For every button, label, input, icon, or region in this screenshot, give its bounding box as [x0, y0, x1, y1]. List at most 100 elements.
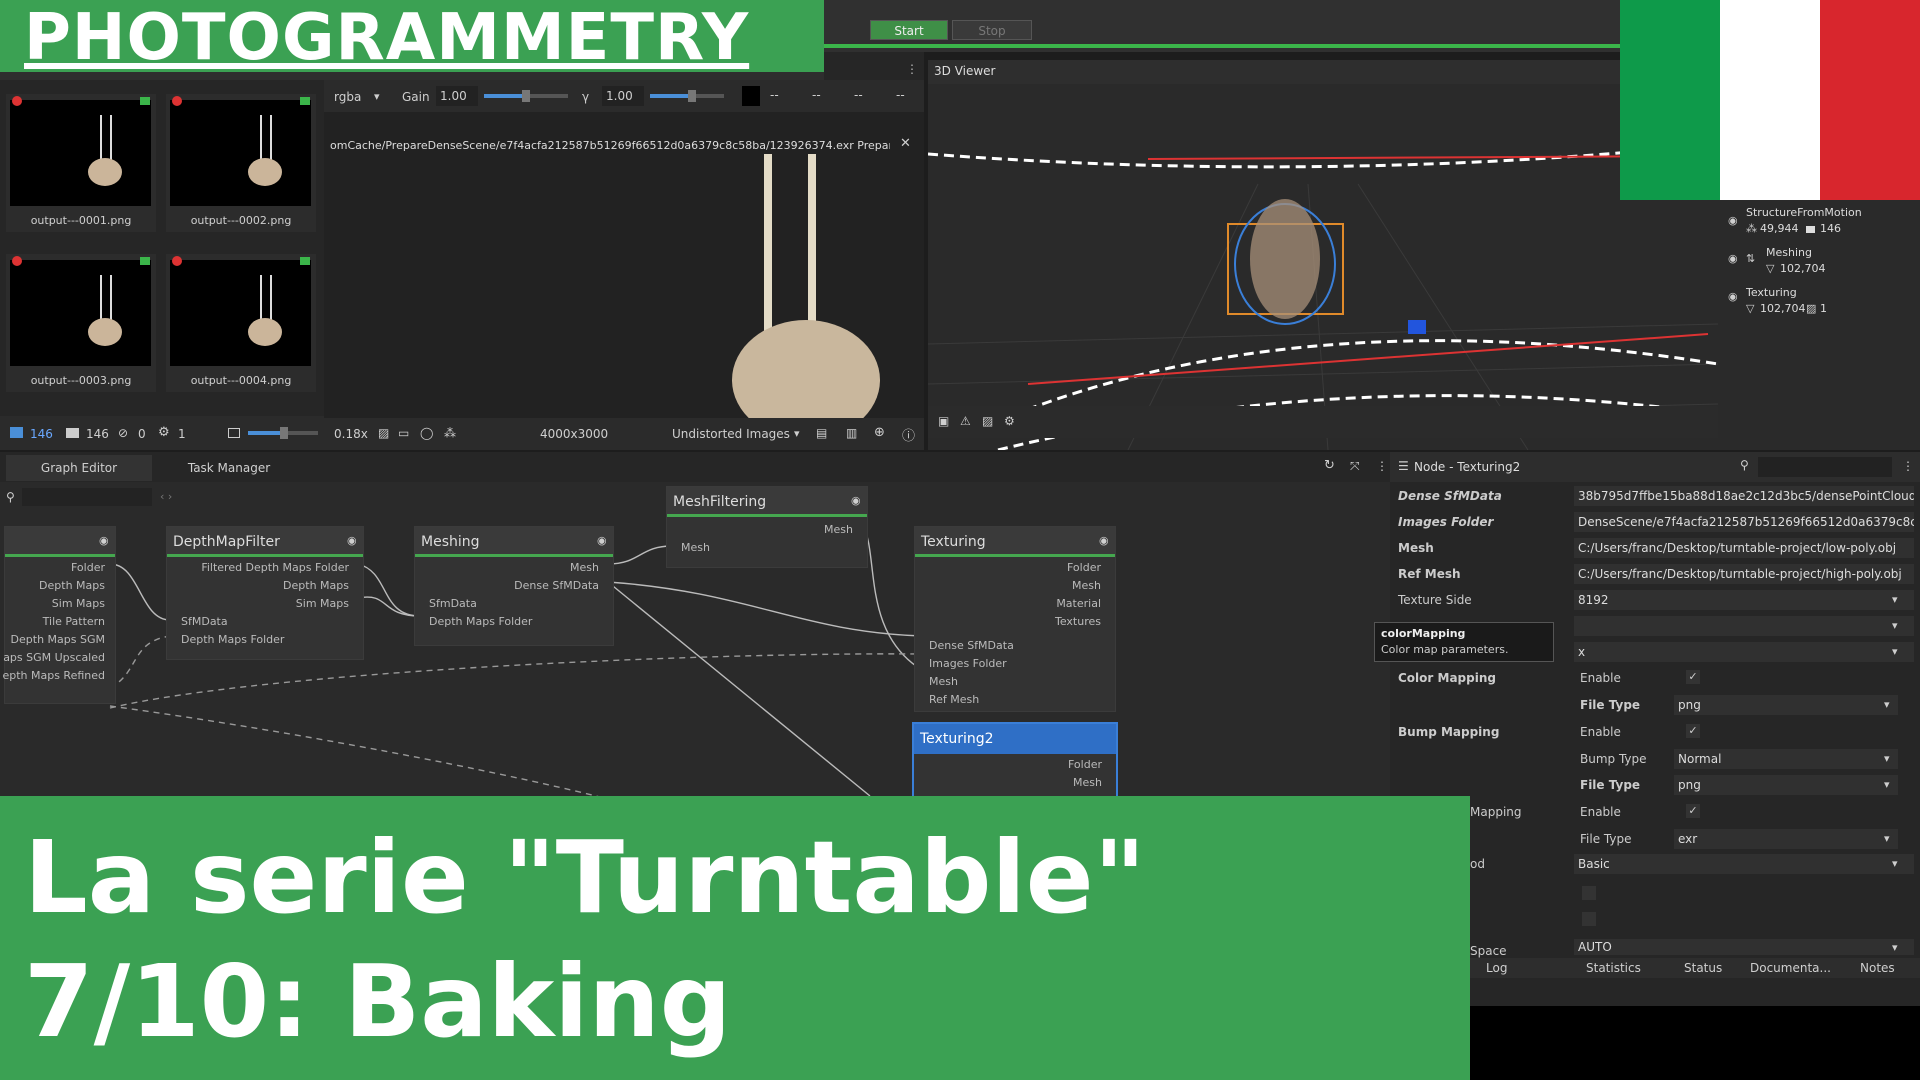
gear-icon[interactable]: ⚙	[1004, 414, 1015, 428]
size-slider-handle[interactable]	[280, 427, 288, 439]
eye-icon[interactable]: ◉	[99, 534, 109, 547]
texture-side-select[interactable]: 8192	[1574, 590, 1914, 610]
downscale-select[interactable]	[1574, 616, 1914, 636]
props-search-input[interactable]	[1758, 457, 1892, 477]
node-mesh-filtering[interactable]: MeshFiltering ◉ Mesh Mesh	[666, 486, 868, 568]
bump-mapping-checkbox[interactable]: ✓	[1686, 724, 1700, 738]
points-icon[interactable]: ⁂	[444, 426, 456, 440]
warning-icon[interactable]: ⚠	[960, 414, 971, 428]
displacement-filetype-select[interactable]: exr	[1674, 829, 1898, 849]
camera-icon	[300, 257, 310, 265]
sphere-icon[interactable]: ◯	[420, 426, 433, 440]
bump-type-select[interactable]: Normal	[1674, 749, 1898, 769]
channel-select[interactable]: rgba	[334, 90, 361, 104]
eye-icon[interactable]: ◉	[347, 534, 357, 547]
port-filtered-depth-maps-folder: Filtered Depth Maps Folder	[201, 561, 349, 574]
bump-mapping-enable-label: Enable	[1580, 725, 1621, 739]
node-texturing[interactable]: Texturing ◉ Folder Mesh Material Texture…	[914, 526, 1116, 712]
tab-log[interactable]: Log	[1486, 961, 1507, 975]
eye-icon[interactable]: ◉	[1728, 290, 1738, 303]
intrinsics-count: 1	[178, 427, 186, 441]
thumbnail-4[interactable]: output---0004.png	[166, 254, 316, 392]
frame-icon[interactable]: ▣	[938, 414, 949, 428]
frame-icon[interactable]: ▭	[398, 426, 409, 440]
triangle-icon: ▽	[1746, 302, 1755, 315]
eye-icon[interactable]: ◉	[1728, 214, 1738, 227]
method-select[interactable]: Basic	[1574, 854, 1914, 874]
gain-label: Gain	[402, 90, 430, 104]
port-sim-maps: Sim Maps	[295, 597, 349, 610]
menu-dots-icon[interactable]: ⋮	[906, 62, 918, 76]
thumbnail-1[interactable]: output---0001.png	[6, 94, 156, 232]
tab-notes[interactable]: Notes	[1860, 961, 1895, 975]
bump-filetype-select[interactable]: png	[1674, 775, 1898, 795]
gamma-slider[interactable]	[650, 90, 724, 102]
image-mode-select[interactable]: Undistorted Images	[672, 427, 790, 441]
tab-statistics[interactable]: Statistics	[1586, 961, 1641, 975]
node-texturing2[interactable]: Texturing2 Folder Mesh	[912, 722, 1118, 800]
gain-input[interactable]: 1.00	[436, 86, 478, 106]
port-material: Material	[1056, 597, 1101, 610]
image-source: PrepareDenseScene	[857, 139, 890, 152]
layer-texturing-count: 102,704	[1760, 302, 1806, 315]
gain-slider[interactable]	[484, 90, 568, 102]
gain-slider-handle[interactable]	[522, 90, 530, 102]
globe-icon[interactable]: ⊕	[874, 425, 885, 440]
stop-button[interactable]: Stop	[952, 20, 1032, 40]
eye-icon[interactable]: ◉	[1728, 252, 1738, 265]
chevron-down-icon: ▾	[1892, 941, 1898, 954]
menu-dots-icon[interactable]: ⋮	[1902, 459, 1914, 473]
mesh-field[interactable]: C:/Users/franc/Desktop/turntable-project…	[1574, 538, 1914, 558]
node-prepare-dense-scene[interactable]: ◉ Folder Depth Maps Sim Maps Tile Patter…	[2, 526, 116, 704]
size-slider[interactable]	[248, 427, 318, 439]
option-checkbox-2[interactable]	[1582, 912, 1596, 926]
info-icon[interactable]: ⓘ	[902, 425, 915, 444]
error-icon	[12, 256, 22, 266]
gamma-slider-handle[interactable]	[688, 90, 696, 102]
node-title: Texturing2	[914, 724, 1116, 754]
node-depth-map-filter[interactable]: DepthMapFilter ◉ Filtered Depth Maps Fol…	[166, 526, 364, 660]
color-space-select[interactable]: AUTO	[1574, 939, 1914, 955]
tab-status[interactable]: Status	[1684, 961, 1722, 975]
layers-icon[interactable]: ▤	[816, 426, 827, 440]
thumbnail-caption: output---0003.png	[30, 374, 132, 387]
thumbnail-2[interactable]: output---0002.png	[166, 94, 316, 232]
error-icon	[172, 256, 182, 266]
port-ref-mesh: Ref Mesh	[929, 693, 980, 706]
displacement-checkbox[interactable]: ✓	[1686, 804, 1700, 818]
props-header: ☰ Node - Texturing2 ⚲ ⋮	[1390, 452, 1920, 482]
start-button[interactable]: Start	[870, 20, 948, 40]
option-checkbox-1[interactable]	[1582, 886, 1596, 900]
3d-scene[interactable]	[928, 84, 1718, 450]
port-sfmdata: SfmData	[429, 597, 477, 610]
color-mapping-checkbox[interactable]: ✓	[1686, 670, 1700, 684]
port-mesh-in: Mesh	[681, 541, 710, 554]
bump-mapping-label: Bump Mapping	[1398, 725, 1500, 739]
thumbnail-3[interactable]: output---0003.png	[6, 254, 156, 392]
eye-icon[interactable]: ◉	[851, 494, 861, 507]
chevron-down-icon: ▾	[1892, 645, 1898, 658]
ref-mesh-field[interactable]: C:/Users/franc/Desktop/turntable-project…	[1574, 564, 1914, 584]
walnut	[248, 318, 282, 346]
list-icon: ☰	[1398, 459, 1409, 473]
grid-icon[interactable]: ▨	[378, 426, 389, 440]
color-filetype-select[interactable]: png	[1674, 695, 1898, 715]
eye-icon[interactable]: ◉	[1099, 534, 1109, 547]
layer-sfm-points: 49,944	[1760, 222, 1799, 235]
gamma-input[interactable]: 1.00	[602, 86, 644, 106]
port-tile-pattern: Tile Pattern	[42, 615, 105, 628]
eye-icon[interactable]: ◉	[597, 534, 607, 547]
close-icon[interactable]: ✕	[900, 136, 911, 151]
images-folder-field[interactable]: DenseScene/e7f4acfa212587b51269f66512d0a…	[1574, 512, 1914, 532]
tab-documentation[interactable]: Documenta...	[1750, 961, 1831, 975]
layer-texturing-label: Texturing	[1746, 286, 1797, 299]
grid-icon[interactable]: ▨	[982, 414, 993, 428]
node-meshing[interactable]: Meshing ◉ Mesh Dense SfMData SfmData Dep…	[414, 526, 614, 646]
dense-sfmdata-field[interactable]: 38b795d7ffbe15ba88d18ae2c12d3bc5/densePo…	[1574, 486, 1914, 506]
tooltip: colorMapping Color map parameters.	[1374, 622, 1554, 662]
color-swatch	[742, 86, 760, 106]
histogram-icon[interactable]: ▥	[846, 426, 857, 440]
node-title: Texturing	[915, 527, 1115, 557]
port-mesh: Mesh	[1072, 579, 1101, 592]
unwrap-method-select[interactable]: x	[1574, 642, 1914, 662]
